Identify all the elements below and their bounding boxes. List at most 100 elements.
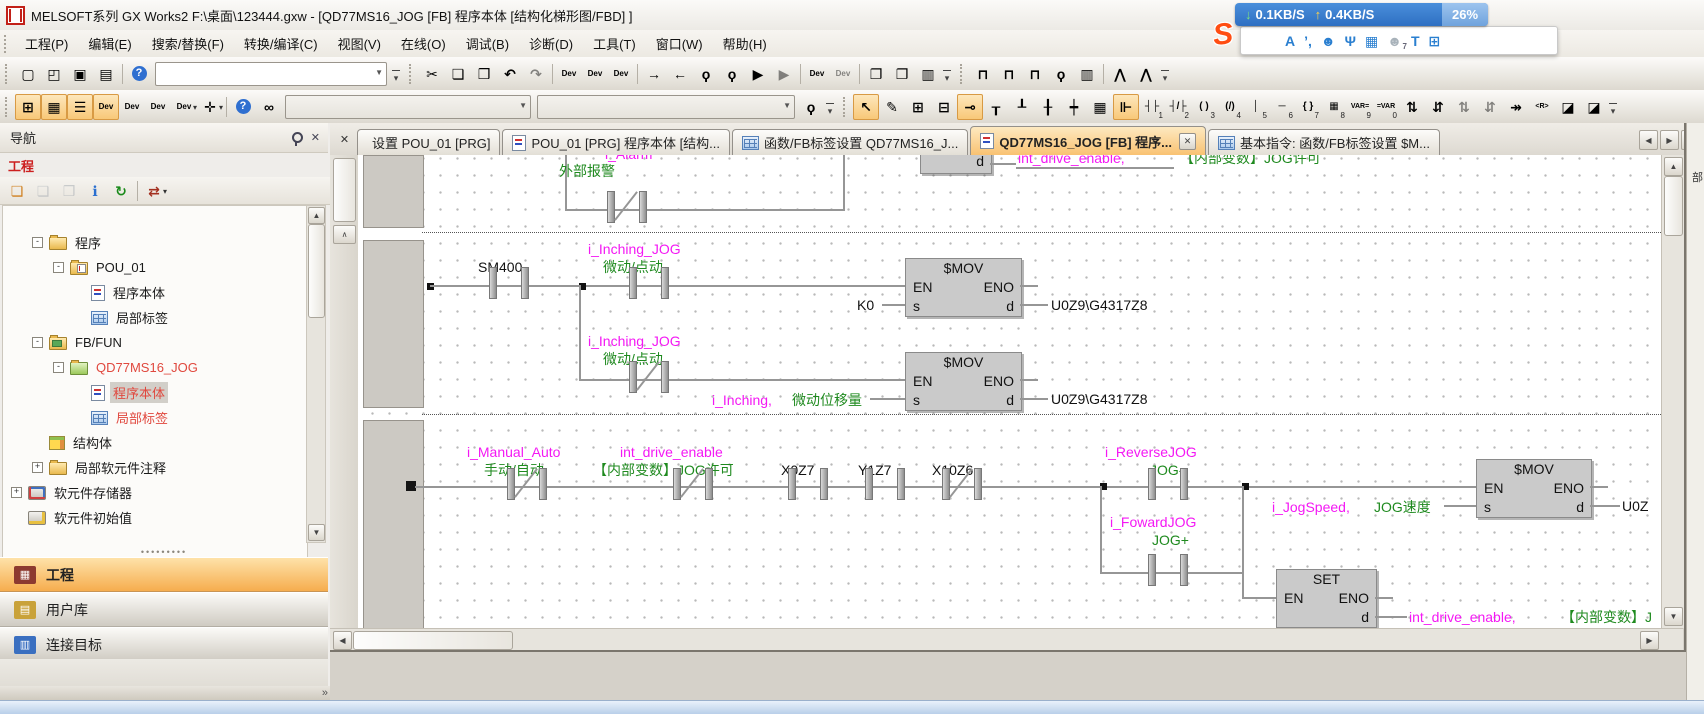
ladder-comment-label[interactable]: 【内部变数】J (1561, 608, 1652, 626)
return-icon[interactable]: <R> (1529, 94, 1555, 120)
toolbar-item[interactable] (800, 64, 801, 84)
cross-reference-icon[interactable]: ✛ (197, 94, 223, 120)
scroll-up-icon[interactable]: ▲ (1664, 157, 1683, 176)
toolbar-item[interactable] (1103, 64, 1104, 84)
tree-item[interactable]: -POU_01 (3, 255, 307, 280)
fb-block-partial[interactable]: d (920, 155, 992, 174)
tab-close-icon[interactable]: ✕ (335, 130, 354, 149)
ladder-var-label[interactable]: int_drive_enable, (1409, 608, 1516, 626)
nc-contact-i-alarm[interactable] (607, 191, 647, 221)
input-label-icon[interactable]: ⇅ (1399, 94, 1425, 120)
device-display-off-icon[interactable]: Dev (830, 61, 856, 87)
fb-mov-1[interactable]: $MOV ENENO sd (905, 258, 1022, 317)
fb-set[interactable]: SET ENENO d (1276, 569, 1377, 628)
nc-contact-manual-auto[interactable] (507, 468, 547, 498)
interlock-mode-icon[interactable]: ⊸ (957, 94, 983, 120)
tree-scrollbar[interactable]: ▲ ▼ (306, 205, 326, 543)
toolbar-overflow-icon[interactable] (1159, 62, 1171, 86)
no-contact-inching-jog[interactable] (629, 267, 669, 297)
no-contact-sm400[interactable] (489, 267, 529, 297)
help-icon[interactable]: ? (126, 61, 152, 87)
menu-item[interactable]: 调试(B) (456, 33, 519, 56)
open-contact-icon[interactable]: ┤├1 (1139, 94, 1165, 120)
no-contact-y1z7[interactable] (865, 468, 905, 498)
assign-var-icon[interactable]: =VAR0 (1373, 94, 1399, 120)
device-global-icon[interactable]: Dev (171, 94, 197, 120)
coil-mode-icon[interactable]: ⊩ (1113, 94, 1139, 120)
editor-vertical-scrollbar[interactable]: ▲ ▼ (1661, 155, 1684, 628)
tab-scroll-right-icon[interactable]: ▶ (1660, 130, 1679, 150)
tree-item[interactable]: -FB/FUN (3, 330, 307, 355)
ladder-comment-label[interactable]: JOG+ (1152, 531, 1189, 549)
trace-amber-icon[interactable]: ⋀ (1133, 61, 1159, 87)
panel-splitter[interactable]: ••••••••• (0, 547, 328, 557)
monitor-stop-icon[interactable]: ⊓ (996, 61, 1022, 87)
scroll-down-icon[interactable]: ▼ (308, 524, 325, 541)
eraser-green-icon[interactable]: ◪ (1555, 94, 1581, 120)
ladder-operand-label[interactable]: U0Z9\G4317Z8 (1051, 390, 1148, 408)
ime-skin-icon[interactable]: T (1411, 34, 1420, 48)
nc-contact-x10z6[interactable] (942, 468, 982, 498)
find-text-combobox[interactable] (537, 95, 795, 119)
property-icon[interactable]: ℹ (82, 178, 108, 204)
save-project-icon[interactable]: ▣ (67, 61, 93, 87)
ladder-comment-label[interactable]: 微动位移量 (792, 391, 862, 409)
open-coil-icon[interactable]: ( )3 (1191, 94, 1217, 120)
nc-contact-inching-jog[interactable] (629, 361, 669, 391)
vertical-line-icon[interactable]: │5 (1243, 94, 1269, 120)
menu-item[interactable]: 诊断(D) (519, 33, 583, 56)
find-binoculars-icon[interactable]: ∞ (256, 94, 282, 120)
module-view-icon[interactable]: ▦ (41, 94, 67, 120)
ladder-var-label[interactable]: i_Inching_JOG (588, 332, 681, 350)
refresh-icon[interactable]: ↻ (108, 178, 134, 204)
tree-item[interactable]: +局部软元件注释 (3, 455, 307, 480)
scroll-thumb[interactable] (353, 631, 513, 650)
ladder-var-label[interactable]: int_drive_enable, (1018, 155, 1125, 167)
insert-row-icon[interactable]: ⊞ (905, 94, 931, 120)
docked-window-sliver[interactable]: 部 (1686, 123, 1704, 700)
paste-icon[interactable]: ❒ (471, 61, 497, 87)
ladder-var-label[interactable]: i_Inching, (712, 391, 772, 409)
ladder-var-label[interactable]: i_JogSpeed, (1272, 498, 1350, 516)
redo-icon[interactable]: ↷ (523, 61, 549, 87)
toolbar-overflow-icon[interactable] (941, 62, 953, 86)
ladder-editor-canvas[interactable]: i_Alarm 外部报警 d int_drive_enable, 【内部变数】J… (358, 155, 1661, 628)
var-assign-icon[interactable]: VAR=9 (1347, 94, 1373, 120)
ladder-var-label[interactable]: i_FowardJOG (1110, 513, 1196, 531)
jump-icon[interactable]: ↠ (1503, 94, 1529, 120)
toolbar-item[interactable] (226, 97, 227, 117)
copy-icon[interactable]: ❏ (445, 61, 471, 87)
monitor-start-icon[interactable]: ⊓ (970, 61, 996, 87)
nav-view-button[interactable]: ▦工程 (0, 557, 328, 592)
toolbar-item[interactable] (409, 64, 414, 84)
branch-cross-icon[interactable]: ╂ (1035, 94, 1061, 120)
write-to-plc-icon[interactable]: Dev (556, 61, 582, 87)
tree-expander-icon[interactable]: + (32, 462, 43, 473)
ladder-operand-label[interactable]: U0Z9\G4317Z8 (1051, 296, 1148, 314)
menu-item[interactable]: 在线(O) (391, 33, 456, 56)
device-search-all-icon[interactable]: ϙ (719, 61, 745, 87)
toolbar-item[interactable] (960, 64, 965, 84)
ladder-var-label[interactable]: i_Manual_Auto (467, 443, 560, 461)
input-label-off-icon[interactable]: ⇅ (1451, 94, 1477, 120)
closed-coil-icon[interactable]: (/)4 (1217, 94, 1243, 120)
delete-row-icon[interactable]: ⊟ (931, 94, 957, 120)
ime-letter-a-icon[interactable]: A (1285, 34, 1295, 48)
ladder-var-label[interactable]: i_Inching_JOG (588, 240, 681, 258)
watch-window-icon[interactable]: ▥ (1074, 61, 1100, 87)
menu-item[interactable]: 搜索/替换(F) (142, 33, 234, 56)
more-buttons-icon[interactable]: » (322, 687, 328, 699)
ladder-operand-label[interactable]: K0 (857, 296, 874, 314)
print-icon[interactable]: ▤ (93, 61, 119, 87)
help2-icon[interactable]: ? (230, 94, 256, 120)
tree-item[interactable]: -程序 (3, 230, 307, 255)
read-from-plc-icon[interactable]: Dev (582, 61, 608, 87)
horizontal-line-icon[interactable]: ─6 (1269, 94, 1295, 120)
tree-item[interactable]: 局部标签 (3, 405, 307, 430)
tree-expander-icon[interactable]: + (11, 487, 22, 498)
ime-punctuation-icon[interactable]: ’, (1304, 34, 1312, 48)
gutter-collapse-icon[interactable]: ∧ (333, 225, 356, 244)
menu-item[interactable]: 帮助(H) (713, 33, 777, 56)
editor-horizontal-scrollbar[interactable]: ◀ ▶ (330, 628, 1683, 651)
toolbar-overflow-icon[interactable] (1607, 95, 1619, 119)
